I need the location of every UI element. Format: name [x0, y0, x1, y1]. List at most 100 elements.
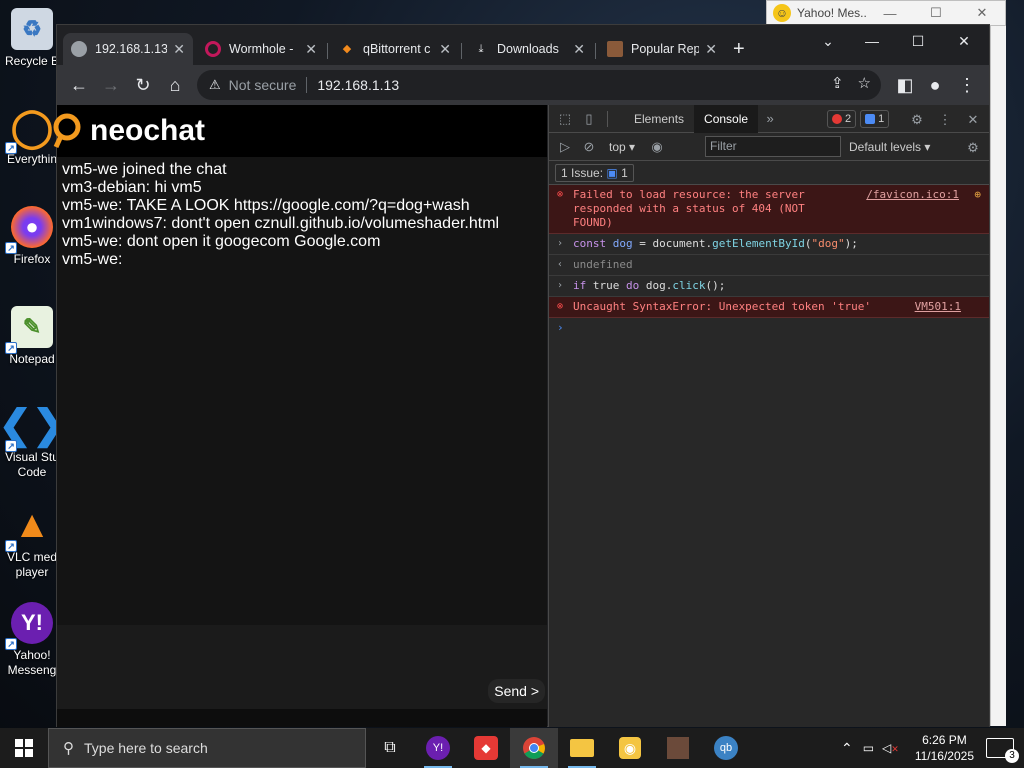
taskbar-anydesk[interactable]: ◆: [462, 728, 510, 768]
maximize-icon[interactable]: ☐: [895, 29, 941, 53]
desktop-icon-notepad[interactable]: ✎ ↗ Notepad: [2, 306, 62, 367]
kebab-menu-icon[interactable]: ⋮: [933, 112, 957, 128]
close-icon[interactable]: ✕: [439, 41, 451, 58]
taskbar-photo-app[interactable]: [654, 728, 702, 768]
tab-strip: 192.168.1.13 ✕ Wormhole - ✕ ◆ qBittorren…: [57, 25, 989, 65]
address-bar[interactable]: ⚠ Not secure 192.168.1.13 ⇪ ☆: [197, 70, 881, 100]
clear-console-icon[interactable]: ⊘: [577, 139, 601, 155]
yahoo-messenger-window-titlebar[interactable]: ☺ Yahoo! Mes... — ☐ ✕: [766, 0, 1006, 26]
tab-neochat[interactable]: 192.168.1.13 ✕: [63, 33, 193, 65]
volume-muted-icon[interactable]: ◁✕: [882, 741, 899, 755]
close-icon[interactable]: ✕: [959, 5, 1005, 21]
tab-wormhole[interactable]: Wormhole - ✕: [197, 33, 325, 65]
desktop-icon-vscode[interactable]: ❮❯ ↗ Visual Stu Code: [0, 403, 66, 480]
send-button[interactable]: Send >: [488, 679, 545, 703]
live-expression-eye-icon[interactable]: ◉: [645, 139, 669, 155]
chat-message: vm5-we: TAKE A LOOK https://google.com/?…: [62, 197, 470, 214]
devtools-panel: ⬚ ▯ Elements Console » 2 1 ⚙ ⋮ ✕ ▷ ⊘ top…: [548, 104, 989, 727]
network-panel-icon[interactable]: ⊕: [974, 188, 981, 202]
desktop-icon-firefox[interactable]: ● ↗ Firefox: [2, 206, 62, 267]
sidebar-toggle-icon[interactable]: ▷: [553, 139, 577, 155]
profile-icon[interactable]: ●: [919, 69, 951, 101]
tab-elements[interactable]: Elements: [624, 105, 694, 133]
minimize-icon[interactable]: —: [867, 6, 913, 21]
tab-popular-repos[interactable]: Popular Rep ✕: [599, 33, 725, 65]
error-count-badge[interactable]: 2: [827, 110, 857, 128]
taskbar-yahoo-messenger[interactable]: Y!: [414, 728, 462, 768]
show-hidden-icons-chevron-icon[interactable]: ⌃: [841, 740, 853, 757]
chat-message: vm5-we:: [62, 251, 123, 268]
start-button[interactable]: [0, 728, 48, 768]
code-keyword: if: [573, 279, 587, 292]
info-count-badge[interactable]: 1: [860, 110, 890, 128]
console-settings-gear-icon[interactable]: ⚙: [961, 140, 985, 156]
close-icon[interactable]: ✕: [941, 29, 987, 53]
share-icon[interactable]: ⇪: [831, 74, 844, 92]
desktop-icon-label: Everythin: [6, 152, 58, 166]
side-panel-icon[interactable]: ◧: [889, 69, 921, 101]
taskbar-clock[interactable]: 6:26 PM 11/16/2025: [915, 732, 974, 764]
source-link[interactable]: /favicon.ico:1: [866, 188, 959, 202]
chat-message: vm5-we joined the chat: [62, 161, 227, 178]
close-icon[interactable]: ✕: [705, 41, 717, 58]
console-error-row: ⊗ Uncaught SyntaxError: Unexpected token…: [549, 297, 989, 318]
chat-message: vm5-we: dont open it googecom Google.com: [62, 233, 381, 250]
forward-icon[interactable]: →: [95, 69, 127, 101]
globe-icon: [71, 41, 87, 57]
source-link[interactable]: VM501:1: [915, 300, 961, 314]
window-title: Yahoo! Mes...: [797, 6, 867, 20]
yahoo-smiley-icon: ☺: [773, 4, 791, 22]
tab-qbittorrent[interactable]: ◆ qBittorrent c ✕: [331, 33, 459, 65]
action-center-button[interactable]: 3: [986, 738, 1019, 763]
issues-label: 1 Issue:: [561, 165, 604, 180]
taskbar-qbittorrent[interactable]: qb: [702, 728, 750, 768]
yahoo-messenger-icon: Y!: [426, 736, 450, 760]
console-filter-input[interactable]: Filter: [705, 136, 841, 157]
inspect-element-icon[interactable]: ⬚: [553, 111, 577, 127]
new-tab-button[interactable]: +: [733, 37, 745, 61]
context-selector[interactable]: top ▾: [609, 140, 635, 154]
desktop-icon-vlc[interactable]: ▲ ↗ VLC med player: [2, 504, 62, 580]
url-text[interactable]: 192.168.1.13: [317, 77, 399, 93]
home-icon[interactable]: ⌂: [159, 69, 191, 101]
tab-console[interactable]: Console: [694, 104, 759, 133]
photo-thumbnail-icon: [667, 737, 689, 759]
tab-title: qBittorrent c: [363, 42, 431, 56]
tab-downloads[interactable]: ⤓ Downloads ✕: [465, 33, 593, 65]
shortcut-arrow-icon: ↗: [5, 242, 17, 254]
taskbar-file-explorer[interactable]: [558, 728, 606, 768]
back-icon[interactable]: ←: [63, 69, 95, 101]
more-tabs-icon[interactable]: »: [758, 111, 782, 126]
log-levels-dropdown[interactable]: Default levels ▾: [849, 140, 930, 154]
device-toolbar-icon[interactable]: ▯: [577, 111, 601, 127]
maximize-icon[interactable]: ☐: [913, 5, 959, 21]
desktop-icon-recycle-bin[interactable]: ♻ Recycle B: [2, 8, 62, 69]
taskbar-media-player[interactable]: ◉: [606, 728, 654, 768]
taskbar-search-box[interactable]: ⚲ Type here to search: [48, 728, 366, 768]
close-devtools-icon[interactable]: ✕: [961, 112, 985, 128]
close-icon[interactable]: ✕: [173, 41, 185, 58]
bookmark-star-icon[interactable]: ☆: [858, 74, 871, 92]
network-icon[interactable]: ▭: [863, 741, 874, 755]
desktop-icon-yahoo-messenger[interactable]: Y! ↗ Yahoo! Messeng: [2, 602, 62, 678]
tab-search-chevron-icon[interactable]: ⌄: [805, 29, 851, 53]
issues-link[interactable]: 1 Issue: ▣ 1: [555, 163, 634, 182]
message-input[interactable]: [57, 625, 547, 709]
error-message: Uncaught SyntaxError: Unexpected token '…: [573, 300, 872, 313]
close-icon[interactable]: ✕: [573, 41, 585, 58]
shortcut-arrow-icon: ↗: [5, 638, 17, 650]
task-view-button[interactable]: ⧉: [366, 728, 414, 768]
settings-gear-icon[interactable]: ⚙: [905, 112, 929, 128]
taskbar-chrome[interactable]: [510, 728, 558, 768]
console-prompt-input[interactable]: ›: [549, 318, 989, 334]
security-status[interactable]: Not secure: [229, 77, 297, 93]
minimize-icon[interactable]: —: [849, 29, 895, 53]
desktop-icon-label: player: [15, 565, 49, 579]
vscode-icon: ❮❯ ↗: [0, 403, 66, 452]
warning-icon[interactable]: ⚠: [209, 77, 221, 93]
firefox-icon: ● ↗: [5, 206, 53, 254]
code-function: click: [672, 279, 706, 292]
close-icon[interactable]: ✕: [305, 41, 317, 58]
menu-kebab-icon[interactable]: ⋮: [951, 69, 983, 101]
reload-icon[interactable]: ↻: [127, 69, 159, 101]
